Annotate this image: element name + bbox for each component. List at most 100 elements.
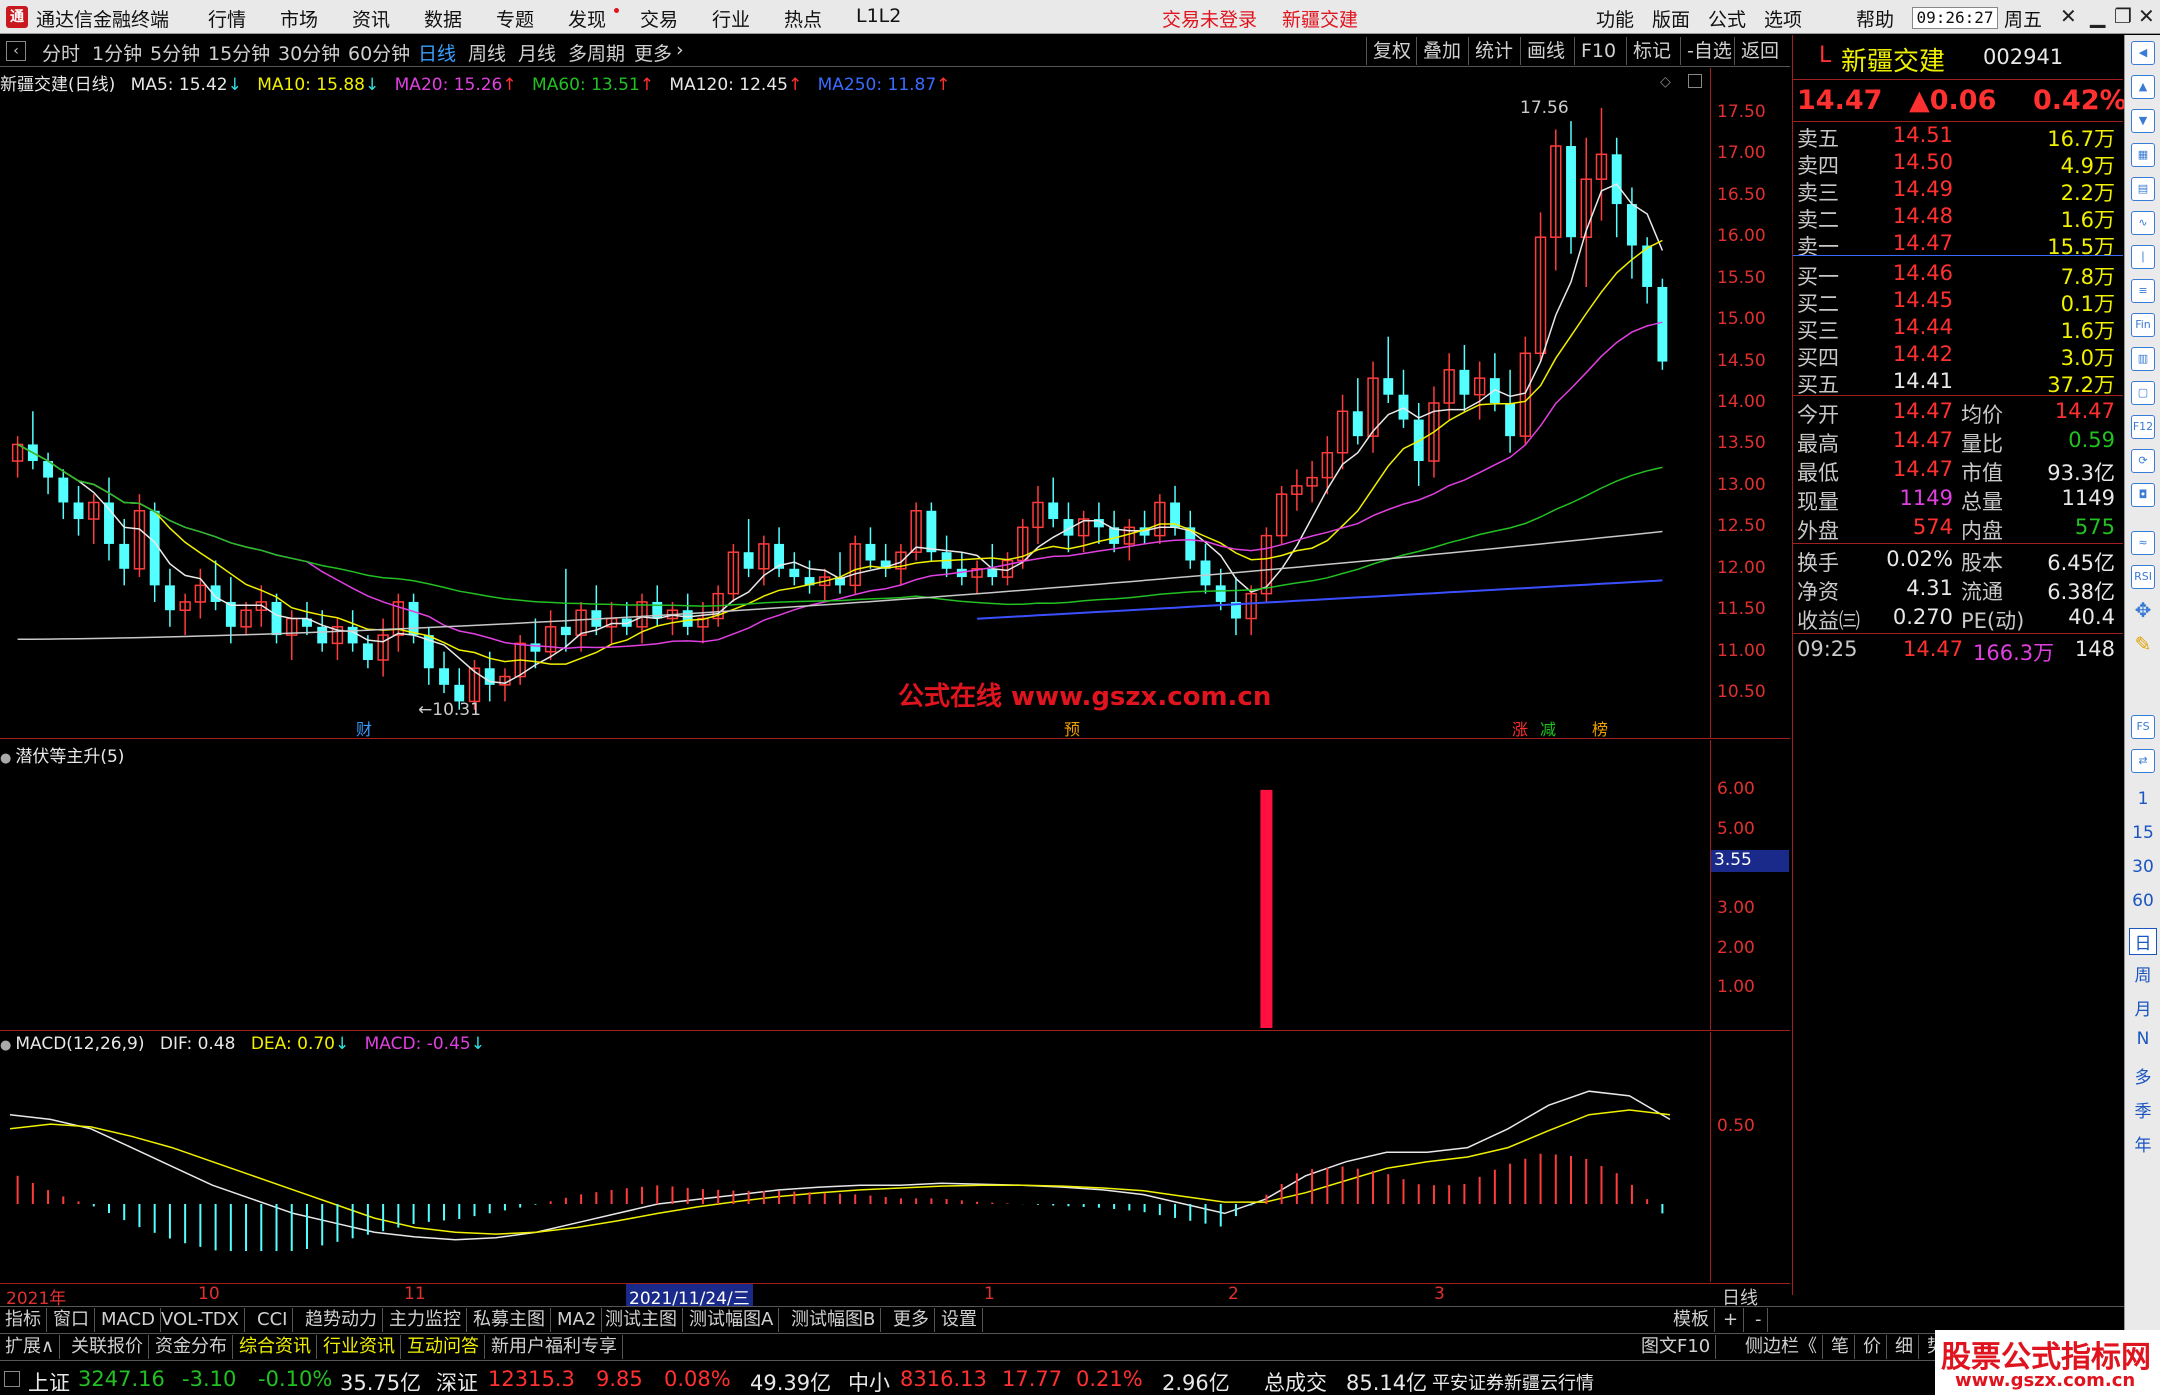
f12-icon[interactable]: F12	[2131, 415, 2155, 439]
period-15min[interactable]: 15分钟	[208, 39, 270, 66]
maximize-icon[interactable]: ❐	[2114, 4, 2132, 28]
fin-icon[interactable]: Fin	[2131, 313, 2155, 337]
menu-layout[interactable]: 版面	[1652, 5, 1690, 32]
compare-icon[interactable]: ⇄	[2131, 749, 2155, 773]
minimize-icon[interactable]: ▁	[2090, 4, 2105, 28]
sz-label[interactable]: 深证	[436, 1367, 478, 1395]
marker-rise[interactable]: 涨	[1512, 716, 1528, 740]
tab-item[interactable]: CCI	[252, 1308, 294, 1332]
tab-item[interactable]: MA2	[552, 1308, 603, 1332]
menu-hot[interactable]: 热点	[784, 5, 822, 32]
period-60[interactable]: 60	[2125, 891, 2160, 911]
zx-label[interactable]: 中小	[848, 1367, 890, 1395]
tab-item[interactable]: 更多	[888, 1308, 935, 1332]
macd-pane[interactable]: ● MACD(12,26,9) DIF: 0.48 DEA: 0.70↓ MACD…	[0, 1032, 1790, 1282]
period-more[interactable]: 更多	[634, 39, 672, 66]
tab-right-item[interactable]: 笔	[1826, 1335, 1855, 1359]
period-30min[interactable]: 30分钟	[278, 39, 340, 66]
period-30[interactable]: 30	[2125, 857, 2160, 877]
tab-item[interactable]: 测试幅图A	[684, 1308, 780, 1332]
tab-item[interactable]: 窗口	[48, 1308, 95, 1332]
period-quarter[interactable]: 季	[2125, 1097, 2160, 1122]
table-icon[interactable]: ▥	[2131, 347, 2155, 371]
tool-adjust[interactable]: 复权	[1366, 37, 1411, 65]
tab-right-item[interactable]: 价	[1858, 1335, 1887, 1359]
period-1min[interactable]: 1分钟	[92, 39, 142, 66]
menu-trade[interactable]: 交易	[640, 5, 678, 32]
tab-right-item[interactable]: 模板	[1668, 1308, 1715, 1332]
period-week[interactable]: 周	[2125, 961, 2160, 986]
window-x-icon[interactable]: ✕	[2060, 4, 2077, 28]
menu-box-icon[interactable]	[4, 1371, 20, 1387]
refresh-icon[interactable]: ⟳	[2131, 449, 2155, 473]
back-arrow-icon[interactable]: ‹	[6, 41, 26, 61]
menu-news[interactable]: 资讯	[352, 5, 390, 32]
tool-remove-watchlist[interactable]: -自选	[1680, 37, 1732, 65]
tab-item[interactable]: 扩展∧	[0, 1335, 61, 1359]
down-arrow-icon[interactable]: ▼	[2131, 109, 2155, 133]
tool-mark[interactable]: 标记	[1626, 37, 1671, 65]
period-monthly[interactable]: 月线	[518, 39, 556, 66]
period-5min[interactable]: 5分钟	[150, 39, 200, 66]
menu-formula[interactable]: 公式	[1708, 5, 1746, 32]
wave-icon[interactable]: ≈	[2131, 531, 2155, 555]
tab-right-item[interactable]: 图文F10	[1636, 1335, 1717, 1359]
period-n[interactable]: N	[2125, 1029, 2160, 1049]
chart-icon[interactable]: ▦	[2131, 143, 2155, 167]
period-day[interactable]: 日	[2129, 928, 2157, 955]
tab-item[interactable]: 设置	[936, 1308, 983, 1332]
period-1[interactable]: 1	[2125, 789, 2160, 809]
close-icon[interactable]: ✕	[2138, 4, 2155, 28]
period-daily[interactable]: 日线	[418, 39, 456, 66]
menu-market[interactable]: 市场	[280, 5, 318, 32]
tab-item[interactable]: 关联报价	[66, 1335, 149, 1359]
menu-industry[interactable]: 行业	[712, 5, 750, 32]
up-arrow-icon[interactable]: ▲	[2131, 75, 2155, 99]
menu-quotes[interactable]: 行情	[208, 5, 246, 32]
tab-item[interactable]: 行业资讯	[318, 1335, 401, 1359]
tab-item[interactable]: 趋势动力	[300, 1308, 383, 1332]
chevron-right-icon[interactable]: ›	[676, 39, 684, 61]
tab-item[interactable]: 资金分布	[150, 1335, 233, 1359]
marker-finance[interactable]: 财	[356, 716, 372, 740]
tab-right-item[interactable]: 侧边栏《	[1740, 1335, 1823, 1359]
tool-f10[interactable]: F10	[1574, 37, 1616, 65]
tab-item[interactable]: 新用户福利专享	[486, 1335, 623, 1359]
menu-discover[interactable]: 发现	[568, 5, 606, 32]
tab-item[interactable]: 测试主图	[600, 1308, 683, 1332]
menu-help[interactable]: 帮助	[1856, 5, 1894, 32]
period-multi[interactable]: 多周期	[568, 39, 625, 66]
period-month[interactable]: 月	[2125, 995, 2160, 1020]
monitor-icon[interactable]: ◘	[2131, 483, 2155, 507]
grid-icon[interactable]: ▤	[2131, 177, 2155, 201]
tab-item[interactable]: 主力监控	[384, 1308, 467, 1332]
menu-topics[interactable]: 专题	[496, 5, 534, 32]
fs-icon[interactable]: FS	[2131, 715, 2155, 739]
menu-l1l2[interactable]: L1L2	[856, 5, 901, 27]
sh-label[interactable]: 上证	[28, 1367, 70, 1395]
tool-return[interactable]: 返回	[1734, 37, 1779, 65]
tab-item[interactable]: MACD	[96, 1308, 161, 1332]
marker-reduce[interactable]: 减	[1540, 716, 1556, 740]
menu-data[interactable]: 数据	[424, 5, 462, 32]
period-timeshare[interactable]: 分时	[42, 39, 80, 66]
period-multi[interactable]: 多	[2125, 1063, 2160, 1088]
period-15[interactable]: 15	[2125, 823, 2160, 843]
list-icon[interactable]: ≡	[2131, 279, 2155, 303]
tab-right-item[interactable]: +	[1718, 1308, 1745, 1332]
kline-pane[interactable]: 新疆交建(日线) MA5: 15.42↓ MA10: 15.88↓ MA20: …	[0, 68, 1790, 739]
marker-forecast[interactable]: 预	[1064, 716, 1080, 740]
tab-item[interactable]: 互动问答	[402, 1335, 485, 1359]
tab-right-item[interactable]: -	[1750, 1308, 1768, 1332]
period-60min[interactable]: 60分钟	[348, 39, 410, 66]
macd-chart[interactable]	[0, 1032, 1710, 1282]
kline-chart[interactable]	[0, 68, 1710, 739]
tab-item[interactable]: 综合资讯	[234, 1335, 317, 1359]
tool-draw[interactable]: 画线	[1520, 37, 1565, 65]
rsi-icon[interactable]: RSI	[2131, 565, 2155, 589]
tab-item[interactable]: 指标	[0, 1308, 47, 1332]
move-icon[interactable]: ✥	[2131, 599, 2155, 623]
tool-overlay[interactable]: 叠加	[1416, 37, 1461, 65]
tool-stats[interactable]: 统计	[1468, 37, 1513, 65]
indicator-pane[interactable]: ● 潜伏等主升(5) 3.55 1.00 2.00 3.00 5.00 6.00	[0, 740, 1790, 1031]
